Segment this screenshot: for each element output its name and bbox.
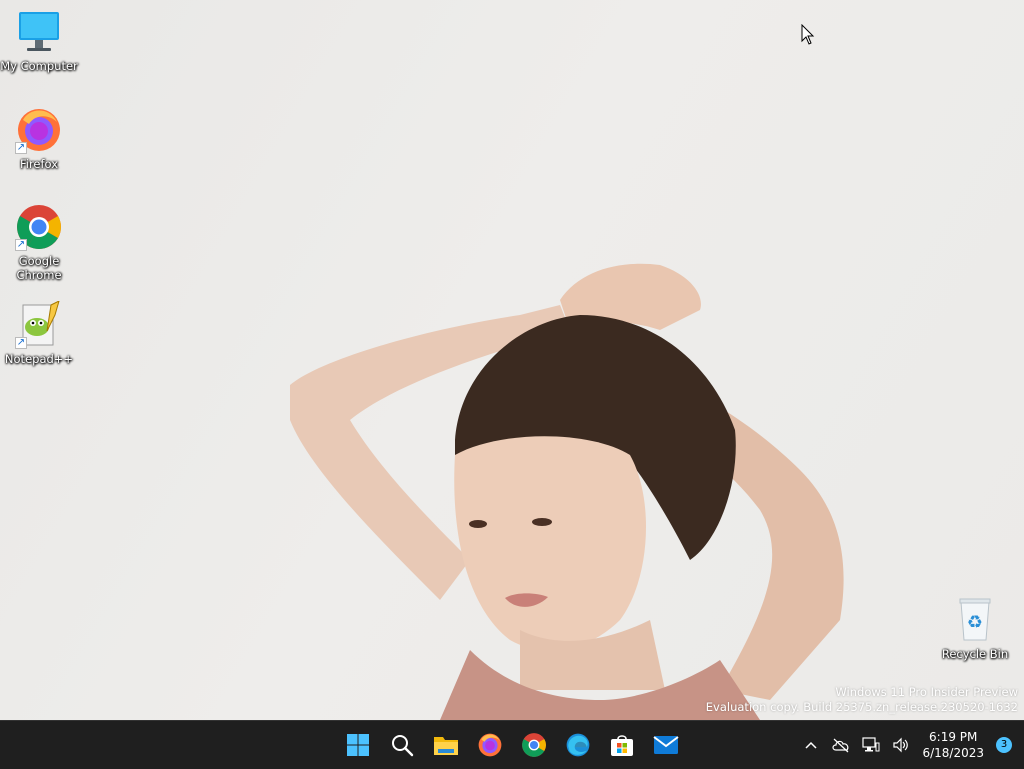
desktop-icon-label: My Computer xyxy=(0,59,78,73)
svg-text:♻: ♻ xyxy=(967,612,983,633)
desktop-icon-my-computer[interactable]: My Computer xyxy=(0,8,78,73)
windows-watermark: Windows 11 Pro Insider Preview Evaluatio… xyxy=(706,685,1018,715)
chrome-icon xyxy=(522,733,546,757)
chrome-taskbar-button[interactable] xyxy=(512,725,556,765)
edge-icon xyxy=(566,733,590,757)
desktop-icon-label: Recycle Bin xyxy=(941,647,1009,661)
desktop-icon-label: Firefox xyxy=(19,157,59,171)
watermark-build: Evaluation copy. Build 25375.zn_release.… xyxy=(705,700,1018,714)
search-icon xyxy=(392,735,414,757)
firefox-taskbar-button[interactable] xyxy=(468,725,512,765)
wallpaper-photo xyxy=(290,263,844,720)
network-status-button[interactable] xyxy=(856,725,886,765)
desktop-icon-google-chrome[interactable]: ↗ Google Chrome xyxy=(0,203,78,282)
firefox-icon xyxy=(478,733,502,757)
start-button[interactable] xyxy=(336,725,380,765)
monitor-icon xyxy=(15,8,63,56)
desktop-icon-recycle-bin[interactable]: ♻ Recycle Bin xyxy=(936,596,1014,661)
mail-taskbar-button[interactable] xyxy=(644,725,688,765)
speaker-icon xyxy=(893,737,909,753)
desktop-wallpaper xyxy=(0,0,1024,720)
desktop-icon-label: Notepad++ xyxy=(4,352,74,366)
mail-icon xyxy=(653,736,679,754)
shortcut-arrow-icon: ↗ xyxy=(15,337,27,349)
taskbar: 6:19 PM 6/18/2023 3 xyxy=(0,720,1024,769)
notepad-plus-plus-icon: ↗ xyxy=(15,300,63,349)
mouse-pointer-icon xyxy=(801,23,815,50)
shortcut-arrow-icon: ↗ xyxy=(15,239,27,251)
edge-taskbar-button[interactable] xyxy=(556,725,600,765)
chrome-icon: ↗ xyxy=(15,203,63,251)
volume-button[interactable] xyxy=(886,725,916,765)
microsoft-store-icon xyxy=(611,735,633,756)
chevron-up-icon xyxy=(805,741,817,749)
file-explorer-icon xyxy=(434,737,458,755)
microsoft-store-taskbar-button[interactable] xyxy=(600,725,644,765)
cloud-offline-icon xyxy=(832,738,849,753)
system-tray: 6:19 PM 6/18/2023 3 xyxy=(796,721,1024,769)
search-button[interactable] xyxy=(380,725,424,765)
file-explorer-button[interactable] xyxy=(424,725,468,765)
desktop-icon-notepad-plus-plus[interactable]: ↗ Notepad++ xyxy=(0,300,78,366)
taskbar-apps xyxy=(336,721,688,769)
show-hidden-icons-button[interactable] xyxy=(796,725,826,765)
clock-time: 6:19 PM xyxy=(929,730,978,744)
clock-date: 6/18/2023 xyxy=(922,746,984,760)
network-wired-icon xyxy=(862,737,880,752)
desktop-icon-label: Google Chrome xyxy=(16,254,62,282)
start-icon xyxy=(347,734,369,756)
firefox-icon: ↗ xyxy=(15,106,63,154)
notification-center-badge[interactable]: 3 xyxy=(996,737,1012,753)
onedrive-status-button[interactable] xyxy=(826,725,856,765)
recycle-bin-icon: ♻ xyxy=(951,596,999,644)
shortcut-arrow-icon: ↗ xyxy=(15,142,27,154)
desktop-icon-firefox[interactable]: ↗ Firefox xyxy=(0,106,78,171)
taskbar-clock[interactable]: 6:19 PM 6/18/2023 xyxy=(916,729,992,761)
watermark-edition: Windows 11 Pro Insider Preview xyxy=(835,685,1018,699)
